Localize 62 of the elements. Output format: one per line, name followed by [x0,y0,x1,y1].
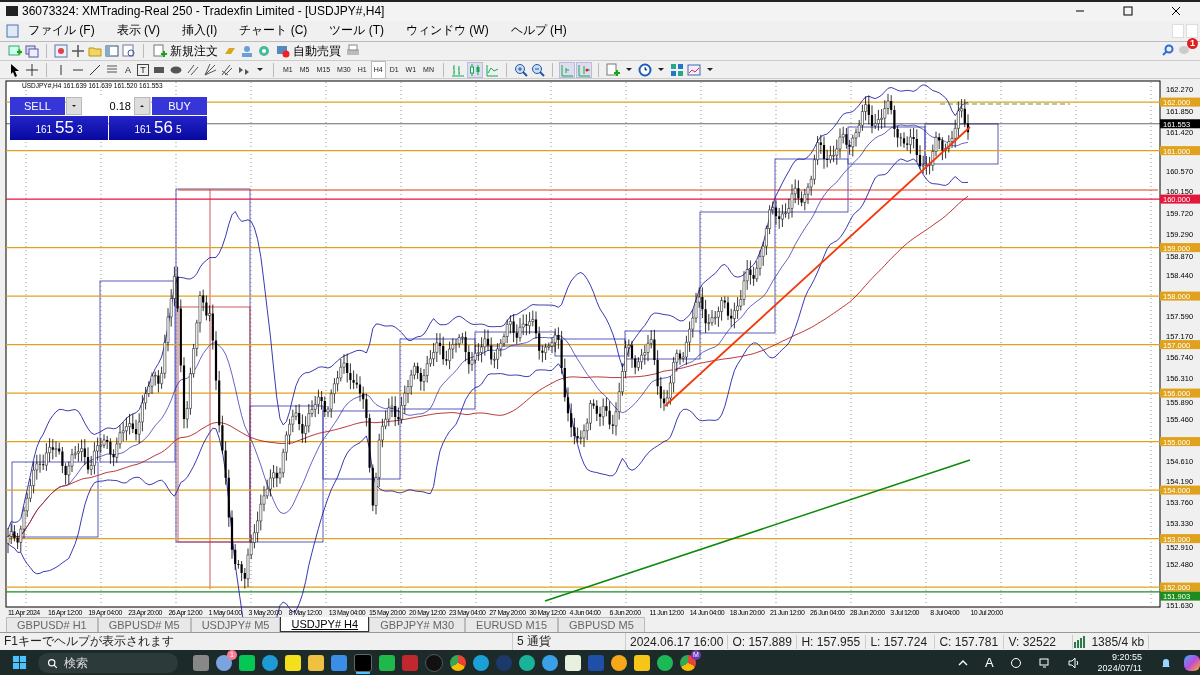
chart-tab[interactable]: USDJPY# M5 [190,617,281,632]
template-grid-icon[interactable] [669,62,684,77]
low-price: L: 157.724 [866,634,936,649]
auto-trading-button[interactable]: 自動売買 [274,42,343,60]
clock-time[interactable]: 9:20:55 [1111,651,1142,663]
menu-item[interactable]: ツール (T) [329,22,384,40]
close-price: C: 157.781 [935,634,1005,649]
search-field[interactable]: 検索 [38,652,178,673]
crosshair-move-icon[interactable] [71,44,85,59]
menu-item[interactable]: ヘルプ (H) [510,22,567,40]
chart-tab[interactable]: GBPUSD# H1 [6,617,98,632]
text-tool[interactable]: A [122,64,134,75]
ime-indicator[interactable]: A [984,655,994,670]
chart-tab[interactable]: EURUSD M15 [465,617,558,632]
bell-icon[interactable] [1160,656,1172,669]
connection-bars-icon [1073,634,1088,649]
dropdown-icon[interactable] [257,68,263,72]
app-logo-icon [6,6,18,17]
clock-date[interactable]: 2024/07/11 [1097,662,1142,674]
new-order-button[interactable]: 新規注文 [151,42,220,60]
chart-tab[interactable]: GBPUSD# M5 [97,617,191,632]
parallel-lines-icon[interactable] [186,62,200,77]
zoom-in-icon[interactable] [513,62,528,77]
maximize-icon[interactable] [1123,6,1133,17]
indicator-add-icon[interactable] [605,62,620,77]
new-order-icon [153,44,167,59]
dropdown-icon[interactable] [625,68,632,72]
lot-size-field[interactable]: 0.18 [82,97,134,115]
clock-icon[interactable] [637,62,652,77]
menu-item[interactable]: チャート (C) [239,22,308,40]
robot-stop-icon [276,44,290,59]
menu-item[interactable]: 挿入(I) [182,22,218,40]
dropdown-icon[interactable] [706,68,713,72]
menu-item[interactable]: 表示 (V) [116,22,160,40]
traffic-text: 1385/4 kb [1087,634,1150,649]
candlestick-icon[interactable] [467,62,482,77]
start-icon[interactable] [12,655,27,670]
search-icon [47,657,58,669]
fan-icon[interactable] [203,62,217,77]
speaker-icon[interactable] [1067,656,1080,669]
high-price: H: 157.955 [797,634,867,649]
buy-button[interactable]: BUY [152,97,207,115]
window-title: 36073324: XMTrading-Real 250 - Tradexfin Limited - [USDJPY#,H4] [22,4,385,19]
chart-window-icon[interactable] [686,62,701,77]
bar-time: 2024.06.17 16:00 [626,634,729,649]
circle-app-icon[interactable] [1009,656,1022,669]
notification-badge: 1 [1187,38,1198,50]
menu-item[interactable]: ウィンドウ (W) [406,22,489,40]
network-icon[interactable] [1038,656,1051,669]
text-label-tool[interactable]: T [137,63,149,76]
dropdown-icon[interactable] [657,68,664,72]
chart-tab[interactable]: GBPUSD M5 [558,617,645,632]
open-price: O: 157.889 [728,634,798,649]
zoom-out-icon[interactable] [530,62,545,77]
chart-tab[interactable]: GBPJPY# M30 [369,617,466,632]
volume: V: 32522 [1004,634,1074,649]
pitchfork-icon[interactable] [220,62,234,77]
profiles-icon[interactable] [25,44,39,59]
menu-item[interactable]: ファイル (F) [28,22,95,40]
trendline-icon[interactable] [88,62,102,77]
close-icon[interactable] [1171,6,1181,17]
sell-button[interactable]: SELL [10,97,65,115]
